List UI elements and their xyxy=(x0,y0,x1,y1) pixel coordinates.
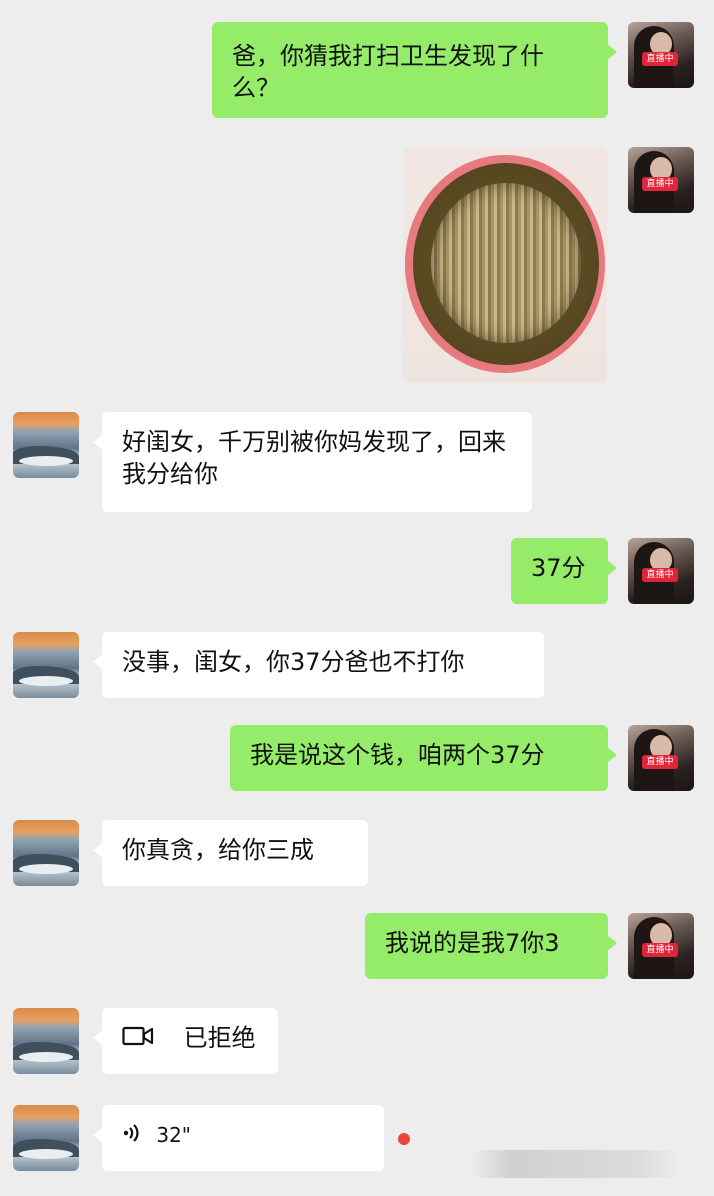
live-badge: 直播中 xyxy=(642,943,678,957)
avatar[interactable]: 直播中 xyxy=(628,538,694,604)
avatar-cloud xyxy=(19,456,73,466)
message-bubble[interactable]: 好闺女，千万别被你妈发现了，回来我分给你 xyxy=(93,412,532,512)
watermark-blur xyxy=(470,1150,680,1178)
live-badge: 直播中 xyxy=(642,52,678,66)
avatar[interactable] xyxy=(13,820,79,886)
video-call-bubble[interactable]: 已拒绝 xyxy=(93,1008,278,1074)
message-bubble[interactable]: 我是说这个钱，咱两个37分 xyxy=(230,725,617,791)
live-badge: 直播中 xyxy=(642,568,678,582)
voice-duration: 32" xyxy=(156,1123,192,1147)
message-text: 好闺女，千万别被你妈发现了，回来我分给你 xyxy=(122,428,506,488)
avatar[interactable] xyxy=(13,1008,79,1074)
message-bubble[interactable]: 没事，闺女，你37分爸也不打你 xyxy=(93,632,544,698)
avatar[interactable]: 直播中 xyxy=(628,147,694,213)
avatar[interactable] xyxy=(13,1105,79,1171)
message-bubble[interactable]: 爸，你猜我打扫卫生发现了什么？ xyxy=(212,22,617,118)
avatar[interactable]: 直播中 xyxy=(628,913,694,979)
message-image[interactable] xyxy=(403,147,607,383)
message-bubble[interactable]: 你真贪，给你三成 xyxy=(93,820,368,886)
avatar[interactable]: 直播中 xyxy=(628,725,694,791)
message-text: 我说的是我7你3 xyxy=(385,929,560,957)
message-text: 你真贪，给你三成 xyxy=(122,836,314,864)
avatar-cloud xyxy=(19,676,73,686)
message-bubble[interactable]: 37分 xyxy=(511,538,617,604)
live-badge: 直播中 xyxy=(642,177,678,191)
avatar[interactable]: 直播中 xyxy=(628,22,694,88)
call-status: 已拒绝 xyxy=(183,1024,256,1052)
unread-dot xyxy=(398,1133,410,1145)
avatar-cloud xyxy=(19,1149,73,1159)
message-bubble[interactable]: 我说的是我7你3 xyxy=(365,913,617,979)
avatar[interactable] xyxy=(13,632,79,698)
message-text: 爸，你猜我打扫卫生发现了什么？ xyxy=(232,42,544,102)
live-badge: 直播中 xyxy=(642,755,678,769)
message-text: 37分 xyxy=(531,554,586,582)
image-rolled-cash xyxy=(431,183,581,343)
voice-message-bubble[interactable]: 32" xyxy=(93,1105,384,1171)
avatar-cloud xyxy=(19,864,73,874)
message-text: 没事，闺女，你37分爸也不打你 xyxy=(122,648,465,676)
avatar[interactable] xyxy=(13,412,79,478)
avatar-cloud xyxy=(19,1052,73,1062)
video-camera-icon xyxy=(122,1023,154,1055)
message-text: 我是说这个钱，咱两个37分 xyxy=(250,741,545,769)
voice-wave-icon xyxy=(122,1121,142,1153)
